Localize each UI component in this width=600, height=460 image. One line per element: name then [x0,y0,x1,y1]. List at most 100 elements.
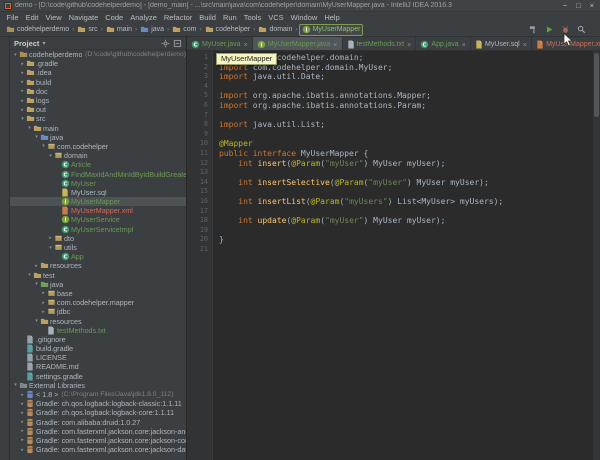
menu-tools[interactable]: Tools [240,13,265,22]
tree-item-build.gradle[interactable]: build.gradle [10,344,186,353]
expand-arrow-icon[interactable]: ▸ [40,309,47,315]
expand-arrow-icon[interactable]: ▸ [19,392,26,398]
tree-item-java[interactable]: ▾java [10,133,186,142]
editor-body[interactable]: 123456789101112131415161718192021 packag… [187,51,600,460]
expand-arrow-icon[interactable]: ▸ [19,61,26,67]
debug-icon[interactable] [561,25,570,34]
tree-item-.gitignore[interactable]: .gitignore [10,335,186,344]
close-tab-icon[interactable]: × [244,40,248,49]
menu-help[interactable]: Help [321,13,343,22]
menu-edit[interactable]: Edit [22,13,42,22]
tree-item-test[interactable]: ▾test [10,271,186,280]
code-area[interactable]: package com.codehelper.domain;import com… [213,51,600,460]
tree-item-java[interactable]: ▾java [10,280,186,289]
chevron-down-icon[interactable]: ▾ [42,40,45,47]
tab-myuser.sql[interactable]: MyUser.sql× [471,37,532,51]
expand-arrow-icon[interactable]: ▸ [19,79,26,85]
expand-arrow-icon[interactable]: ▸ [19,70,26,76]
collapse-arrow-icon[interactable]: ▾ [26,125,33,131]
menu-view[interactable]: View [42,13,65,22]
collapse-arrow-icon[interactable]: ▾ [47,245,54,251]
tree-item-resources[interactable]: ▾resources [10,316,186,325]
tree-item-gradle-com.fasterxml.jackson.core-jackson-core-2.8.4[interactable]: ▸Gradle: com.fasterxml.jackson.core:jack… [10,436,186,445]
tree-item-codehelperdemo-demo[interactable]: ▾codehelperdemo [demo](D:\code\github\co… [10,50,186,59]
tab-myusermapper.xml[interactable]: MyUserMapper.xml× [532,37,600,51]
tab-app.java[interactable]: CApp.java× [416,37,471,51]
collapse-arrow-icon[interactable]: ▾ [26,272,33,278]
tree-item-gradle-com.fasterxml.jackson.core-jackson-annotations-2.8.0[interactable]: ▸Gradle: com.fasterxml.jackson.core:jack… [10,427,186,436]
expand-arrow-icon[interactable]: ▸ [19,419,26,425]
expand-arrow-icon[interactable]: ▸ [19,437,26,443]
maximize-button[interactable]: □ [576,1,581,10]
close-tab-icon[interactable]: × [407,40,411,49]
menu-refactor[interactable]: Refactor [160,13,195,22]
expand-arrow-icon[interactable]: ▸ [19,410,26,416]
collapse-arrow-icon[interactable]: ▾ [33,134,40,140]
tree-item-myuser[interactable]: CMyUser [10,179,186,188]
tree-item-myuserservice[interactable]: IMyUserService [10,215,186,224]
menu-window[interactable]: Window [287,13,321,22]
collapse-arrow-icon[interactable]: ▾ [40,143,47,149]
expand-arrow-icon[interactable]: ▸ [19,98,26,104]
tree-item-myuser.sql[interactable]: MyUser.sql [10,188,186,197]
expand-arrow-icon[interactable]: ▸ [33,263,40,269]
breadcrumb-item-domain[interactable]: domain [256,24,294,36]
tree-item-.idea[interactable]: ▸.idea [10,68,186,77]
expand-arrow-icon[interactable]: ▸ [19,107,26,113]
menu-analyze[interactable]: Analyze [127,13,161,22]
breadcrumb-item-com[interactable]: com [170,24,198,36]
expand-arrow-icon[interactable]: ▸ [19,401,26,407]
editor-scrollbar[interactable] [593,51,600,460]
close-tab-icon[interactable]: × [523,40,527,49]
breadcrumb-item-main[interactable]: main [104,24,134,36]
tree-item-base[interactable]: ▸base [10,289,186,298]
tree-item-gradle-ch.qos.logback-logback-classic-1.1.11[interactable]: ▸Gradle: ch.qos.logback:logback-classic:… [10,399,186,408]
tree-item-src[interactable]: ▾src [10,114,186,123]
scrollbar-thumb[interactable] [594,53,599,117]
tree-item-external-libraries[interactable]: ▾External Libraries [10,381,186,390]
tree-item-logs[interactable]: ▸logs [10,96,186,105]
expand-arrow-icon[interactable]: ▸ [40,300,47,306]
run-icon[interactable] [545,25,554,34]
build-hammer-icon[interactable] [529,25,538,34]
tree-item-doc[interactable]: ▸doc [10,87,186,96]
close-tab-icon[interactable]: × [333,40,337,49]
tree-item-utils[interactable]: ▾utils [10,243,186,252]
tab-testmethods.txt[interactable]: testMethods.txt× [343,37,417,51]
tree-item-license[interactable]: LICENSE [10,353,186,362]
tree-item-gradle-ch.qos.logback-logback-core-1.1.11[interactable]: ▸Gradle: ch.qos.logback:logback-core:1.1… [10,408,186,417]
breadcrumb-item-java[interactable]: java [138,24,166,36]
collapse-arrow-icon[interactable]: ▾ [33,281,40,287]
tree-item-main[interactable]: ▾main [10,124,186,133]
tree-item-.gradle[interactable]: ▸.gradle [10,59,186,68]
tree-item-gradle-com.fasterxml.jackson.core-jackson-databind-2.8.4[interactable]: ▸Gradle: com.fasterxml.jackson.core:jack… [10,445,186,454]
menu-build[interactable]: Build [196,13,220,22]
settings-gear-icon[interactable] [161,39,170,48]
expand-arrow-icon[interactable]: ▸ [19,88,26,94]
expand-arrow-icon[interactable]: ▸ [19,428,26,434]
tree-item-myuserserviceimpl[interactable]: CMyUserServiceImpl [10,225,186,234]
expand-arrow-icon[interactable]: ▸ [47,235,54,241]
collapse-arrow-icon[interactable]: ▾ [12,382,19,388]
expand-arrow-icon[interactable]: ▸ [40,290,47,296]
collapse-all-icon[interactable] [173,39,182,48]
menu-file[interactable]: File [3,13,22,22]
tree-item-out[interactable]: ▸out [10,105,186,114]
tree-item-build[interactable]: ▸build [10,78,186,87]
close-tab-icon[interactable]: × [462,40,466,49]
expand-arrow-icon[interactable]: ▸ [19,447,26,453]
tree-item-com.codehelper.mapper[interactable]: ▸com.codehelper.mapper [10,298,186,307]
menu-navigate[interactable]: Navigate [65,13,102,22]
tree-item-domain[interactable]: ▾domain [10,151,186,160]
tree-item-settings.gradle[interactable]: settings.gradle [10,372,186,381]
tab-myuser.java[interactable]: CMyUser.java× [187,37,253,51]
menu-run[interactable]: Run [219,13,240,22]
tree-item-dto[interactable]: ▸dto [10,234,186,243]
tree-item-myusermapper.xml[interactable]: MyUserMapper.xml [10,206,186,215]
menu-vcs[interactable]: VCS [265,13,287,22]
collapse-arrow-icon[interactable]: ▾ [47,153,54,159]
tree-item-readme.md[interactable]: README.md [10,362,186,371]
search-icon[interactable] [577,25,586,34]
tree-item-myusermapper[interactable]: IMyUserMapper [10,197,186,206]
close-button[interactable]: × [590,1,594,10]
